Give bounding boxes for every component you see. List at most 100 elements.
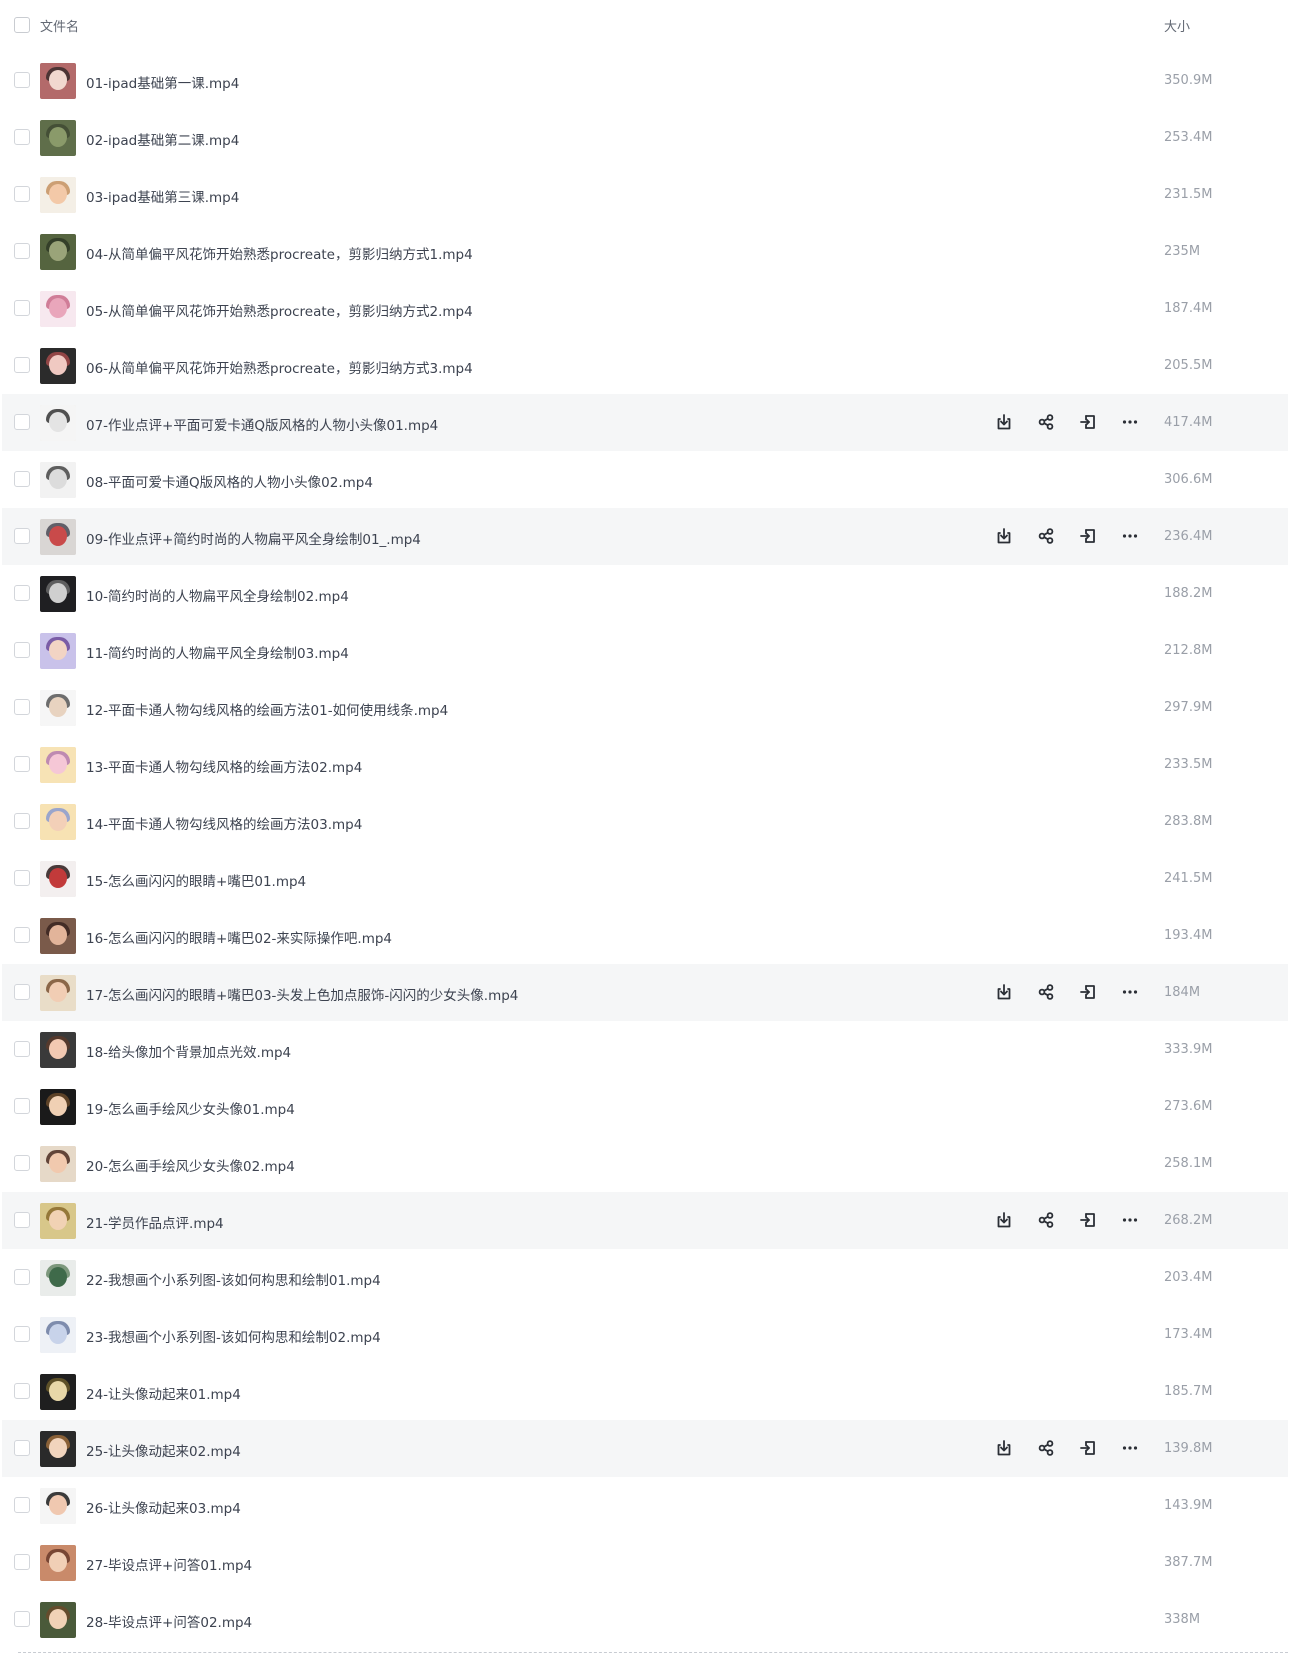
row-checkbox[interactable] xyxy=(14,1440,30,1456)
share-icon[interactable] xyxy=(1034,1436,1058,1460)
file-name[interactable]: 21-学员作品点评.mp4 xyxy=(86,1212,224,1232)
file-name[interactable]: 28-毕设点评+问答02.mp4 xyxy=(86,1611,252,1631)
file-row[interactable]: 24-让头像动起来01.mp4 185.7M xyxy=(0,1363,1290,1420)
file-row[interactable]: 16-怎么画闪闪的眼睛+嘴巴02-来实际操作吧.mp4 193.4M xyxy=(0,907,1290,964)
row-checkbox[interactable] xyxy=(14,357,30,373)
file-name[interactable]: 24-让头像动起来01.mp4 xyxy=(86,1383,241,1403)
row-checkbox[interactable] xyxy=(14,927,30,943)
row-checkbox[interactable] xyxy=(14,1155,30,1171)
row-checkbox[interactable] xyxy=(14,1041,30,1057)
row-checkbox[interactable] xyxy=(14,72,30,88)
file-name[interactable]: 19-怎么画手绘风少女头像01.mp4 xyxy=(86,1098,295,1118)
file-name[interactable]: 25-让头像动起来02.mp4 xyxy=(86,1440,241,1460)
row-checkbox[interactable] xyxy=(14,870,30,886)
file-name[interactable]: 27-毕设点评+问答01.mp4 xyxy=(86,1554,252,1574)
file-name[interactable]: 04-从简单偏平风花饰开始熟悉procreate，剪影归纳方式1.mp4 xyxy=(86,243,473,263)
file-name[interactable]: 18-给头像加个背景加点光效.mp4 xyxy=(86,1041,291,1061)
share-icon[interactable] xyxy=(1034,1208,1058,1232)
row-checkbox[interactable] xyxy=(14,1326,30,1342)
file-row[interactable]: 06-从简单偏平风花饰开始熟悉procreate，剪影归纳方式3.mp4 205.… xyxy=(0,337,1290,394)
share-icon[interactable] xyxy=(1034,410,1058,434)
file-row[interactable]: 17-怎么画闪闪的眼睛+嘴巴03-头发上色加点服饰-闪闪的少女头像.mp4 184… xyxy=(2,964,1288,1021)
row-checkbox[interactable] xyxy=(14,699,30,715)
share-icon[interactable] xyxy=(1034,980,1058,1004)
file-name[interactable]: 05-从简单偏平风花饰开始熟悉procreate，剪影归纳方式2.mp4 xyxy=(86,300,473,320)
file-name[interactable]: 06-从简单偏平风花饰开始熟悉procreate，剪影归纳方式3.mp4 xyxy=(86,357,473,377)
file-name[interactable]: 22-我想画个小系列图-该如何构思和绘制01.mp4 xyxy=(86,1269,381,1289)
more-icon[interactable] xyxy=(1118,524,1142,548)
file-row[interactable]: 14-平面卡通人物勾线风格的绘画方法03.mp4 283.8M xyxy=(0,793,1290,850)
row-checkbox[interactable] xyxy=(14,1611,30,1627)
row-checkbox[interactable] xyxy=(14,1383,30,1399)
move-icon[interactable] xyxy=(1076,1208,1100,1232)
file-name[interactable]: 07-作业点评+平面可爱卡通Q版风格的人物小头像01.mp4 xyxy=(86,414,438,434)
file-name[interactable]: 17-怎么画闪闪的眼睛+嘴巴03-头发上色加点服饰-闪闪的少女头像.mp4 xyxy=(86,984,518,1004)
row-checkbox[interactable] xyxy=(14,813,30,829)
more-icon[interactable] xyxy=(1118,980,1142,1004)
file-row[interactable]: 08-平面可爱卡通Q版风格的人物小头像02.mp4 306.6M xyxy=(0,451,1290,508)
file-row[interactable]: 04-从简单偏平风花饰开始熟悉procreate，剪影归纳方式1.mp4 235M xyxy=(0,223,1290,280)
row-checkbox[interactable] xyxy=(14,1497,30,1513)
file-name[interactable]: 12-平面卡通人物勾线风格的绘画方法01-如何使用线条.mp4 xyxy=(86,699,448,719)
row-checkbox[interactable] xyxy=(14,300,30,316)
file-row[interactable]: 26-让头像动起来03.mp4 143.9M xyxy=(0,1477,1290,1534)
file-row[interactable]: 10-简约时尚的人物扁平风全身绘制02.mp4 188.2M xyxy=(0,565,1290,622)
file-row[interactable]: 19-怎么画手绘风少女头像01.mp4 273.6M xyxy=(0,1078,1290,1135)
row-checkbox[interactable] xyxy=(14,984,30,1000)
row-checkbox[interactable] xyxy=(14,1098,30,1114)
download-icon[interactable] xyxy=(992,524,1016,548)
move-icon[interactable] xyxy=(1076,1436,1100,1460)
file-name[interactable]: 10-简约时尚的人物扁平风全身绘制02.mp4 xyxy=(86,585,349,605)
file-row[interactable]: 23-我想画个小系列图-该如何构思和绘制02.mp4 173.4M xyxy=(0,1306,1290,1363)
move-icon[interactable] xyxy=(1076,980,1100,1004)
row-checkbox[interactable] xyxy=(14,1212,30,1228)
move-icon[interactable] xyxy=(1076,410,1100,434)
column-header-name[interactable]: 文件名 xyxy=(40,16,79,35)
file-name[interactable]: 02-ipad基础第二课.mp4 xyxy=(86,129,239,149)
file-row[interactable]: 25-让头像动起来02.mp4 139.8M xyxy=(2,1420,1288,1477)
file-row[interactable]: 02-ipad基础第二课.mp4 253.4M xyxy=(0,109,1290,166)
row-checkbox[interactable] xyxy=(14,642,30,658)
file-name[interactable]: 23-我想画个小系列图-该如何构思和绘制02.mp4 xyxy=(86,1326,381,1346)
download-icon[interactable] xyxy=(992,410,1016,434)
file-name[interactable]: 15-怎么画闪闪的眼睛+嘴巴01.mp4 xyxy=(86,870,306,890)
file-name[interactable]: 11-简约时尚的人物扁平风全身绘制03.mp4 xyxy=(86,642,349,662)
download-icon[interactable] xyxy=(992,1436,1016,1460)
download-icon[interactable] xyxy=(992,980,1016,1004)
file-row[interactable]: 05-从简单偏平风花饰开始熟悉procreate，剪影归纳方式2.mp4 187.… xyxy=(0,280,1290,337)
file-name[interactable]: 01-ipad基础第一课.mp4 xyxy=(86,72,239,92)
file-row[interactable]: 20-怎么画手绘风少女头像02.mp4 258.1M xyxy=(0,1135,1290,1192)
file-name[interactable]: 03-ipad基础第三课.mp4 xyxy=(86,186,239,206)
row-checkbox[interactable] xyxy=(14,414,30,430)
row-checkbox[interactable] xyxy=(14,1269,30,1285)
file-row[interactable]: 22-我想画个小系列图-该如何构思和绘制01.mp4 203.4M xyxy=(0,1249,1290,1306)
select-all-checkbox[interactable] xyxy=(14,17,30,33)
share-icon[interactable] xyxy=(1034,524,1058,548)
download-icon[interactable] xyxy=(992,1208,1016,1232)
file-row[interactable]: 09-作业点评+简约时尚的人物扁平风全身绘制01_.mp4 236.4M xyxy=(2,508,1288,565)
file-row[interactable]: 13-平面卡通人物勾线风格的绘画方法02.mp4 233.5M xyxy=(0,736,1290,793)
more-icon[interactable] xyxy=(1118,410,1142,434)
file-name[interactable]: 14-平面卡通人物勾线风格的绘画方法03.mp4 xyxy=(86,813,362,833)
file-row[interactable]: 28-毕设点评+问答02.mp4 338M xyxy=(0,1591,1290,1648)
file-row[interactable]: 07-作业点评+平面可爱卡通Q版风格的人物小头像01.mp4 417.4M xyxy=(2,394,1288,451)
move-icon[interactable] xyxy=(1076,524,1100,548)
file-name[interactable]: 09-作业点评+简约时尚的人物扁平风全身绘制01_.mp4 xyxy=(86,528,421,548)
row-checkbox[interactable] xyxy=(14,243,30,259)
file-name[interactable]: 08-平面可爱卡通Q版风格的人物小头像02.mp4 xyxy=(86,471,373,491)
file-name[interactable]: 13-平面卡通人物勾线风格的绘画方法02.mp4 xyxy=(86,756,362,776)
file-name[interactable]: 26-让头像动起来03.mp4 xyxy=(86,1497,241,1517)
file-name[interactable]: 20-怎么画手绘风少女头像02.mp4 xyxy=(86,1155,295,1175)
file-row[interactable]: 03-ipad基础第三课.mp4 231.5M xyxy=(0,166,1290,223)
row-checkbox[interactable] xyxy=(14,186,30,202)
file-row[interactable]: 11-简约时尚的人物扁平风全身绘制03.mp4 212.8M xyxy=(0,622,1290,679)
file-row[interactable]: 12-平面卡通人物勾线风格的绘画方法01-如何使用线条.mp4 297.9M xyxy=(0,679,1290,736)
file-row[interactable]: 01-ipad基础第一课.mp4 350.9M xyxy=(0,52,1290,109)
row-checkbox[interactable] xyxy=(14,1554,30,1570)
row-checkbox[interactable] xyxy=(14,528,30,544)
file-row[interactable]: 18-给头像加个背景加点光效.mp4 333.9M xyxy=(0,1021,1290,1078)
row-checkbox[interactable] xyxy=(14,471,30,487)
more-icon[interactable] xyxy=(1118,1208,1142,1232)
file-row[interactable]: 15-怎么画闪闪的眼睛+嘴巴01.mp4 241.5M xyxy=(0,850,1290,907)
more-icon[interactable] xyxy=(1118,1436,1142,1460)
